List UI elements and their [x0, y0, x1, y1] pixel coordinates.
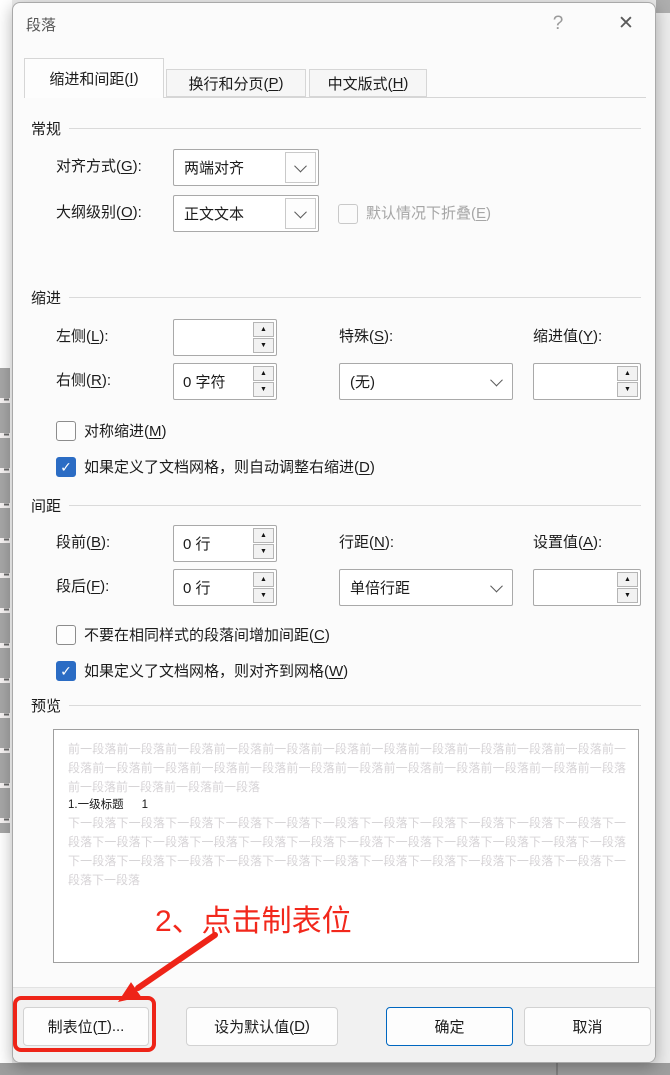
section-general-header: 常规: [31, 118, 641, 139]
auto-adjust-right-indent-checkbox[interactable]: ✓: [56, 457, 76, 477]
section-indentation-header: 缩进: [31, 287, 641, 308]
line-spacing-value: 单倍行距: [350, 580, 411, 597]
background-bottom-bar: [0, 1063, 670, 1075]
spin-down-button[interactable]: ▼: [253, 544, 274, 559]
chevron-down-icon: [490, 579, 503, 593]
space-before-label: 段前(B):: [56, 534, 111, 551]
preview-after-paragraphs: 下一段落下一段落下一段落下一段落下一段落下一段落下一段落下一段落下一段落下一段落…: [68, 816, 626, 887]
preview-before-paragraphs: 前一段落前一段落前一段落前一段落前一段落前一段落前一段落前一段落前一段落前一段落…: [68, 742, 626, 794]
section-spacing-title: 间距: [31, 498, 62, 515]
outline-level-label: 大纲级别(O):: [56, 204, 142, 221]
background-bottom-divider: [556, 1063, 558, 1075]
spin-up-button[interactable]: ▲: [617, 572, 638, 587]
mirror-indents-label: 对称缩进(M): [84, 423, 167, 440]
indent-special-combobox[interactable]: (无): [339, 363, 513, 400]
indent-by-field[interactable]: ▲ ▼: [533, 363, 641, 400]
check-icon: ✓: [60, 662, 72, 679]
spacing-at-label: 设置值(A):: [533, 534, 603, 551]
section-divider: [69, 505, 641, 506]
section-preview-title: 预览: [31, 698, 62, 715]
spin-up-button[interactable]: ▲: [253, 322, 274, 337]
space-before-value: 0 行: [183, 536, 211, 553]
spin-up-button[interactable]: ▲: [253, 366, 274, 381]
preview-heading-text: 1.一级标题: [68, 799, 124, 811]
indent-left-field[interactable]: ▲ ▼: [173, 319, 277, 356]
section-divider: [69, 297, 641, 298]
chevron-down-icon: [294, 205, 307, 219]
outline-dropdown-button[interactable]: [285, 198, 316, 229]
mirror-indents-checkbox[interactable]: [56, 421, 76, 441]
collapsed-by-default-label: 默认情况下折叠(E): [366, 205, 492, 222]
section-divider: [69, 705, 641, 706]
ok-button[interactable]: 确定: [386, 1007, 513, 1046]
section-spacing-header: 间距: [31, 495, 641, 516]
section-general-title: 常规: [31, 121, 62, 138]
spin-down-button[interactable]: ▼: [617, 382, 638, 397]
alignment-value: 两端对齐: [184, 160, 245, 177]
no-space-same-style-label: 不要在相同样式的段落间增加间距(C): [84, 627, 330, 644]
alignment-dropdown-button[interactable]: [285, 152, 316, 183]
check-icon: ✓: [60, 458, 72, 475]
spin-down-button[interactable]: ▼: [617, 588, 638, 603]
tab-asian-typography[interactable]: 中文版式(H): [309, 69, 427, 97]
auto-adjust-right-indent-label: 如果定义了文档网格，则自动调整右缩进(D): [84, 459, 375, 476]
indent-by-label: 缩进值(Y):: [533, 328, 603, 345]
background-table-handle-strip: [0, 368, 10, 833]
outline-level-combobox[interactable]: 正文文本: [173, 195, 319, 232]
indent-right-label: 右侧(R):: [56, 372, 112, 389]
tab-line-and-page-breaks[interactable]: 换行和分页(P): [166, 69, 306, 97]
section-indentation-title: 缩进: [31, 290, 62, 307]
spin-up-button[interactable]: ▲: [617, 366, 638, 381]
alignment-label: 对齐方式(G):: [56, 158, 142, 175]
line-spacing-combobox[interactable]: 单倍行距: [339, 569, 513, 606]
chevron-down-icon: [490, 373, 503, 387]
spin-up-button[interactable]: ▲: [253, 572, 274, 587]
spin-down-button[interactable]: ▼: [253, 382, 274, 397]
snap-to-grid-checkbox[interactable]: ✓: [56, 661, 76, 681]
indent-right-value: 0 字符: [183, 374, 226, 391]
section-preview-header: 预览: [31, 695, 641, 716]
annotation-highlight-box: [13, 996, 156, 1052]
tab-indents-and-spacing[interactable]: 缩进和间距(I): [24, 58, 164, 98]
indent-special-value: (无): [350, 374, 375, 391]
preview-heading-line: 1.一级标题 1: [68, 797, 626, 814]
spin-up-button[interactable]: ▲: [253, 528, 274, 543]
spin-down-button[interactable]: ▼: [253, 588, 274, 603]
section-divider: [69, 128, 641, 129]
indent-left-label: 左侧(L):: [56, 328, 109, 345]
outline-level-value: 正文文本: [184, 206, 245, 223]
snap-to-grid-label: 如果定义了文档网格，则对齐到网格(W): [84, 663, 349, 680]
help-icon[interactable]: ?: [546, 12, 570, 36]
space-after-label: 段后(F):: [56, 578, 110, 595]
space-before-field[interactable]: 0 行 ▲ ▼: [173, 525, 277, 562]
background-top-right: [656, 0, 670, 13]
chevron-down-icon: [294, 159, 307, 173]
no-space-same-style-checkbox[interactable]: [56, 625, 76, 645]
alignment-combobox[interactable]: 两端对齐: [173, 149, 319, 186]
close-icon[interactable]: ✕: [612, 10, 640, 38]
line-spacing-label: 行距(N):: [339, 534, 395, 551]
cancel-button[interactable]: 取消: [524, 1007, 651, 1046]
spacing-at-field[interactable]: ▲ ▼: [533, 569, 641, 606]
spin-down-button[interactable]: ▼: [253, 338, 274, 353]
indent-right-field[interactable]: 0 字符 ▲ ▼: [173, 363, 277, 400]
dialog-title: 段落: [26, 17, 57, 34]
indent-special-label: 特殊(S):: [339, 328, 394, 345]
space-after-value: 0 行: [183, 580, 211, 597]
collapsed-by-default-checkbox: [338, 204, 358, 224]
preview-heading-number: 1: [141, 799, 148, 811]
space-after-field[interactable]: 0 行 ▲ ▼: [173, 569, 277, 606]
